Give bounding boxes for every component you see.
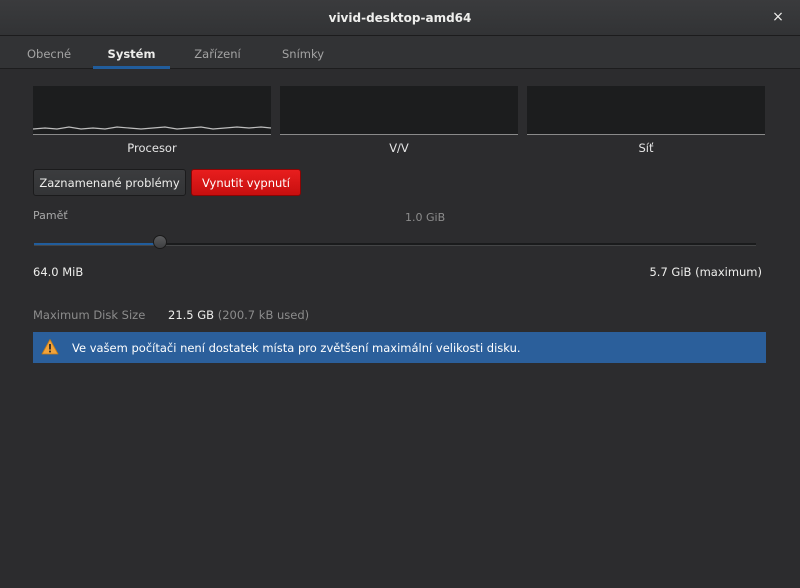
network-graph xyxy=(527,86,765,135)
memory-label: Paměť xyxy=(33,209,68,222)
cpu-graph-line xyxy=(33,126,271,130)
disk-size-value: 21.5 GB (200.7 kB used) xyxy=(168,308,309,322)
io-graph-label: V/V xyxy=(389,141,409,155)
memory-slider-fill xyxy=(34,243,160,245)
force-shutdown-button[interactable]: Vynutit vypnutí xyxy=(191,169,301,196)
title-bar: vivid-desktop-amd64 × xyxy=(0,0,800,36)
memory-min-label: 64.0 MiB xyxy=(33,265,84,279)
info-bar-message: Ve vašem počítači není dostatek místa pr… xyxy=(72,341,521,355)
disk-size-label: Maximum Disk Size xyxy=(33,308,146,322)
tab-general[interactable]: Obecné xyxy=(27,36,71,68)
tab-system[interactable]: Systém xyxy=(93,36,170,69)
warning-icon xyxy=(41,339,59,355)
memory-slider-handle[interactable] xyxy=(153,235,167,249)
disk-size-used: (200.7 kB used) xyxy=(217,308,310,322)
cpu-graph-label: Procesor xyxy=(127,141,177,155)
window-title: vivid-desktop-amd64 xyxy=(328,11,472,25)
tab-snapshots[interactable]: Snímky xyxy=(282,36,324,68)
close-icon[interactable]: × xyxy=(770,9,786,25)
network-graph-label: Síť xyxy=(638,141,654,155)
cpu-graph xyxy=(33,86,271,135)
troubleshoot-button[interactable]: Zaznamenané problémy xyxy=(33,169,186,196)
tab-bar: Obecné Systém Zařízení Snímky xyxy=(0,36,800,69)
vm-properties-window: vivid-desktop-amd64 × Obecné Systém Zaří… xyxy=(0,0,800,588)
memory-max-label: 5.7 GiB (maximum) xyxy=(649,265,762,279)
memory-current-value: 1.0 GiB xyxy=(405,211,446,224)
disk-size-total: 21.5 GB xyxy=(168,308,215,322)
io-graph xyxy=(280,86,518,135)
tab-devices[interactable]: Zařízení xyxy=(194,36,241,68)
info-bar: Ve vašem počítači není dostatek místa pr… xyxy=(33,332,766,363)
memory-slider[interactable] xyxy=(34,235,756,249)
